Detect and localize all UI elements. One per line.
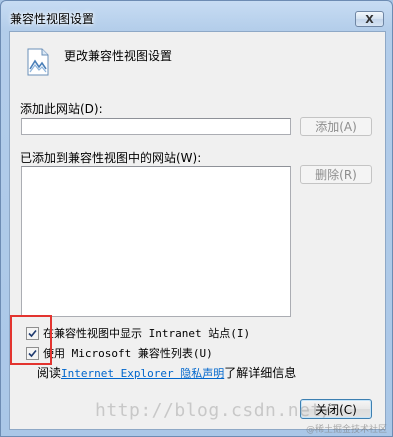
remove-button-label: 删除(R) xyxy=(315,168,357,182)
compat-view-page-icon xyxy=(27,48,49,76)
add-site-input[interactable] xyxy=(22,119,290,134)
title-bar[interactable]: 兼容性视图设置 X xyxy=(1,1,392,31)
intranet-option[interactable]: 在兼容性视图中显示 Intranet 站点(I) xyxy=(26,325,250,341)
add-button[interactable]: 添加(A) xyxy=(300,117,372,136)
ms-list-option[interactable]: 使用 Microsoft 兼容性列表(U) xyxy=(26,345,213,361)
sites-listbox[interactable] xyxy=(21,166,291,317)
privacy-link[interactable]: Internet Explorer 隐私声明 xyxy=(61,365,224,381)
add-site-input-wrap xyxy=(21,118,291,135)
watermark-url: http://blog.csdn.net/ xyxy=(95,400,334,421)
privacy-line: 阅读 Internet Explorer 隐私声明 了解详细信息 xyxy=(37,364,296,381)
red-highlight-box xyxy=(10,315,52,365)
intranet-label: 在兼容性视图中显示 Intranet 站点(I) xyxy=(43,327,251,340)
add-button-label: 添加(A) xyxy=(315,120,357,134)
close-icon: X xyxy=(365,12,374,26)
watermark-tag: @稀土掘金技术社区 xyxy=(305,425,387,435)
dialog-body: 更改兼容性视图设置 添加此网站(D): 添加(A) 已添加到兼容性视图中的网站(… xyxy=(9,31,386,430)
dialog-window: 兼容性视图设置 X 更改兼容性视图设置 添加此网站(D): 添加(A) 已添加到… xyxy=(0,0,393,437)
header-title: 更改兼容性视图设置 xyxy=(64,49,173,63)
privacy-suffix: 了解详细信息 xyxy=(224,366,297,380)
add-site-label: 添加此网站(D): xyxy=(20,102,103,116)
dialog-title: 兼容性视图设置 xyxy=(10,12,95,26)
ms-list-label: 使用 Microsoft 兼容性列表(U) xyxy=(43,347,213,360)
remove-button[interactable]: 删除(R) xyxy=(300,165,372,184)
privacy-prefix: 阅读 xyxy=(37,366,62,380)
window-close-button[interactable]: X xyxy=(355,11,384,27)
sites-list-label: 已添加到兼容性视图中的网站(W): xyxy=(20,151,202,165)
